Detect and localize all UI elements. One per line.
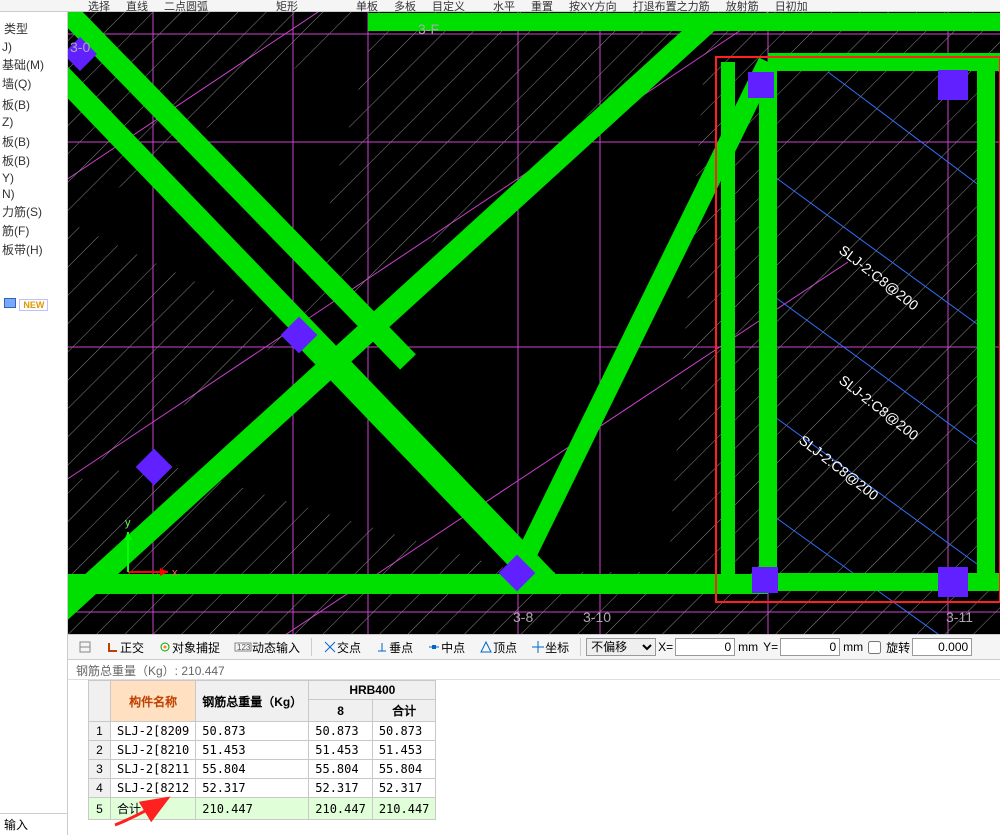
grid-label: 3-11 — [946, 609, 973, 625]
sidebar-item[interactable]: 墙(Q) — [0, 74, 67, 93]
snap-perpendicular[interactable]: 垂点 — [369, 637, 419, 658]
y-label: Y= — [763, 640, 778, 654]
sidebar-new[interactable]: NEW — [0, 297, 67, 311]
cell-d8: 210.447 — [309, 798, 373, 820]
dynamic-input-toggle[interactable]: 123 动态输入 — [228, 637, 306, 658]
row-number: 4 — [89, 779, 111, 798]
col-name-header[interactable]: 构件名称 — [111, 681, 196, 722]
cell-d8: 55.804 — [309, 760, 373, 779]
grid-label: 3-8 — [513, 609, 533, 625]
cell-name: SLJ-2[8211 — [111, 760, 196, 779]
grid-label: 3-F — [418, 21, 439, 37]
new-badge: NEW — [19, 299, 48, 311]
sidebar-item[interactable]: 力筋(S) — [0, 202, 67, 221]
table-row[interactable]: 3SLJ-2[821155.80455.80455.804 — [89, 760, 436, 779]
sidebar-item[interactable]: Y) — [0, 170, 67, 186]
sidebar-item[interactable]: 板(B) — [0, 151, 67, 170]
cell-name: SLJ-2[8210 — [111, 741, 196, 760]
cell-subtotal: 210.447 — [372, 798, 436, 820]
x-input[interactable] — [675, 638, 735, 656]
sidebar-title: 类型 — [0, 18, 67, 39]
row-number: 3 — [89, 760, 111, 779]
rebar-total-label: 钢筋总重量（Kg）: 210.447 — [76, 664, 225, 678]
sidebar-bottom[interactable]: 输入 — [0, 813, 67, 835]
col-subtotal-header[interactable]: 合计 — [372, 700, 436, 722]
snap-vertex[interactable]: 顶点 — [473, 637, 523, 658]
offset-mode-select[interactable]: 不偏移 — [586, 638, 656, 656]
cell-subtotal: 52.317 — [372, 779, 436, 798]
cell-total: 50.873 — [196, 722, 309, 741]
cell-name: 合计 — [111, 798, 196, 820]
rotate-checkbox[interactable] — [868, 641, 881, 654]
sidebar: 类型 J) 基础(M) 墙(Q) 板(B) Z) 板(B) 板(B) Y) N)… — [0, 12, 68, 835]
sidebar-item[interactable]: 板(B) — [0, 132, 67, 151]
table-row[interactable]: 4SLJ-2[821252.31752.31752.317 — [89, 779, 436, 798]
cell-total: 52.317 — [196, 779, 309, 798]
row-number: 1 — [89, 722, 111, 741]
table-corner — [89, 681, 111, 722]
axis-x-label: x — [172, 567, 178, 579]
snap-intersection[interactable]: 交点 — [317, 637, 367, 658]
svg-text:123: 123 — [237, 643, 251, 652]
cell-d8: 52.317 — [309, 779, 373, 798]
table-row[interactable]: 5合计210.447210.447210.447 — [89, 798, 436, 820]
rotate-label: 旋转 — [886, 639, 910, 656]
top-toolbar: 选择 直线 二点圆弧 矩形 单板 多板 目定义 水平 重置 按XY方向 打退布置… — [0, 0, 1000, 12]
rotate-input[interactable] — [912, 638, 972, 656]
cad-canvas[interactable]: 3-F 3-0 3-8 3-10 3-11 SLJ-2:C8@200 SLJ-2… — [68, 12, 1000, 634]
sidebar-item[interactable]: 基础(M) — [0, 55, 67, 74]
sidebar-item[interactable]: J) — [0, 39, 67, 55]
cell-total: 55.804 — [196, 760, 309, 779]
col-group-header[interactable]: HRB400 — [309, 681, 436, 700]
ortho-toggle[interactable]: 正交 — [100, 637, 150, 658]
grid-label: 3-0 — [70, 39, 90, 55]
table-row[interactable]: 2SLJ-2[821051.45351.45351.453 — [89, 741, 436, 760]
cell-subtotal: 51.453 — [372, 741, 436, 760]
cell-total: 210.447 — [196, 798, 309, 820]
col-total-header[interactable]: 钢筋总重量（Kg） — [196, 681, 309, 722]
grid-label: 3-10 — [583, 609, 611, 625]
sidebar-item[interactable]: 板带(H) — [0, 240, 67, 259]
unit-label: mm — [843, 640, 863, 654]
x-label: X= — [658, 640, 673, 654]
object-snap-toggle[interactable]: 对象捕捉 — [152, 637, 226, 658]
cell-name: SLJ-2[8209 — [111, 722, 196, 741]
row-number: 5 — [89, 798, 111, 820]
sidebar-item[interactable]: Z) — [0, 114, 67, 130]
snap-coordinate[interactable]: 坐标 — [525, 637, 575, 658]
unit-label: mm — [738, 640, 758, 654]
snap-midpoint[interactable]: 中点 — [421, 637, 471, 658]
table-row[interactable]: 1SLJ-2[820950.87350.87350.873 — [89, 722, 436, 741]
cell-name: SLJ-2[8212 — [111, 779, 196, 798]
y-input[interactable] — [780, 638, 840, 656]
axis-y-label: y — [125, 517, 131, 529]
sidebar-item[interactable]: 筋(F) — [0, 221, 67, 240]
minimize-panel-icon[interactable] — [72, 638, 98, 656]
cell-d8: 50.873 — [309, 722, 373, 741]
col-d8-header[interactable]: 8 — [309, 700, 373, 722]
rebar-table-area: 构件名称 钢筋总重量（Kg） HRB400 8 合计 1SLJ-2[820950… — [68, 680, 1000, 835]
sidebar-item[interactable]: N) — [0, 186, 67, 202]
options-bar: 正交 对象捕捉 123 动态输入 交点 垂点 中点 顶点 坐标 不偏移 X= m… — [68, 634, 1000, 660]
cell-subtotal: 50.873 — [372, 722, 436, 741]
cell-subtotal: 55.804 — [372, 760, 436, 779]
cell-total: 51.453 — [196, 741, 309, 760]
summary-row: 钢筋总重量（Kg）: 210.447 — [68, 660, 1000, 680]
row-number: 2 — [89, 741, 111, 760]
rebar-table: 构件名称 钢筋总重量（Kg） HRB400 8 合计 1SLJ-2[820950… — [88, 680, 436, 820]
cell-d8: 51.453 — [309, 741, 373, 760]
sidebar-item[interactable]: 板(B) — [0, 95, 67, 114]
